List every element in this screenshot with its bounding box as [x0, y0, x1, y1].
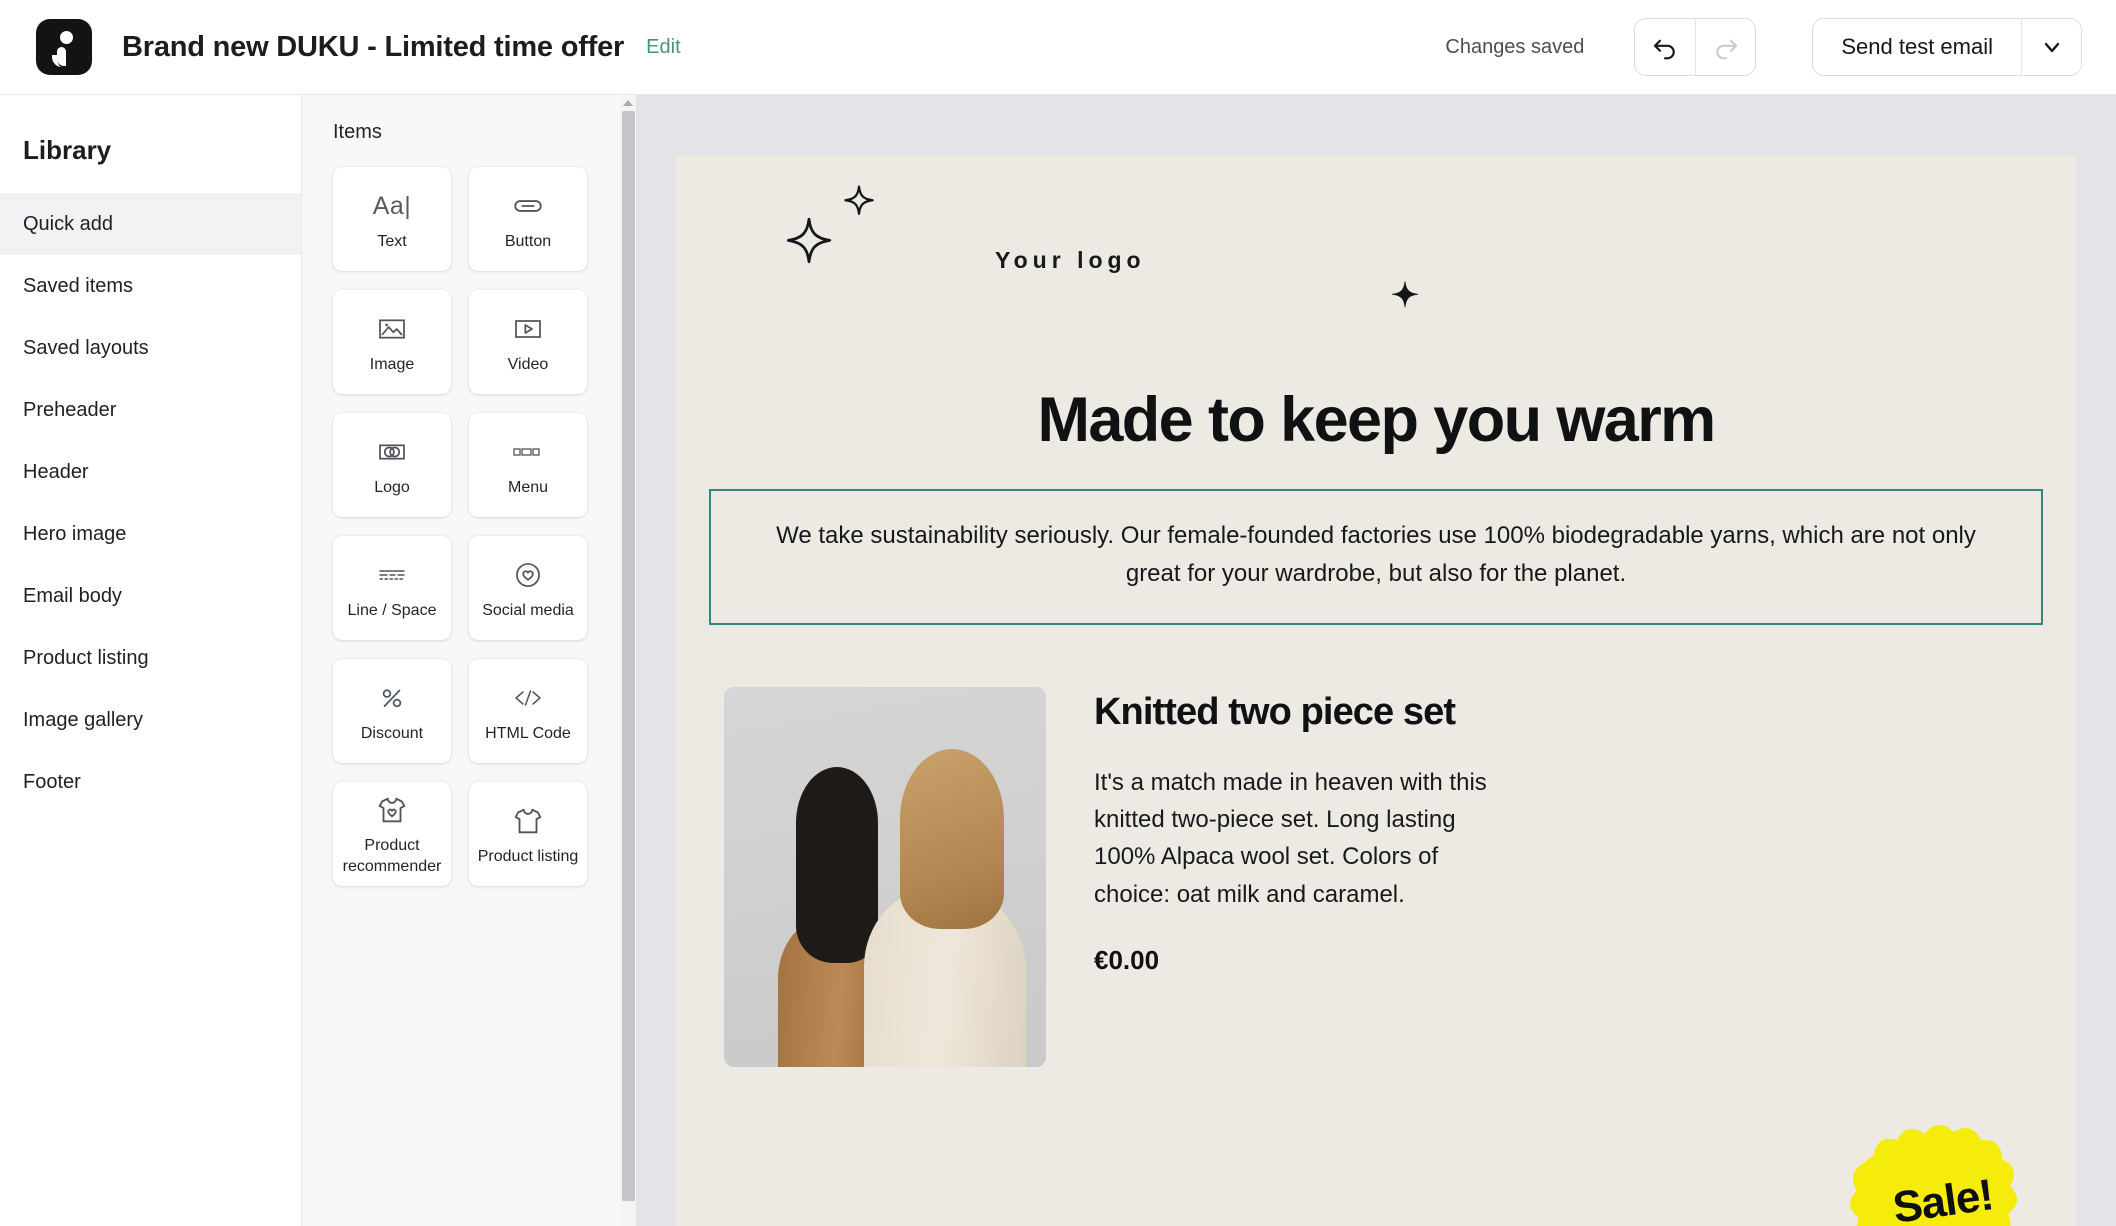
tshirt-heart-icon — [375, 790, 409, 830]
item-tile-label: Text — [377, 233, 407, 250]
product-description: It's a match made in heaven with this kn… — [1094, 768, 1487, 908]
product-title: Knitted two piece set — [1094, 690, 1456, 733]
items-panel: Items Aa| Text Button Image Video Logo Menu Lin… — [302, 95, 634, 1226]
send-test-email-group: Send test email — [1812, 18, 2082, 76]
redo-button[interactable] — [1695, 19, 1756, 75]
email-canvas[interactable]: Your logo Made to keep you warm We take … — [636, 95, 2116, 1226]
percent-icon — [377, 678, 407, 718]
undo-button[interactable] — [1635, 19, 1696, 75]
sidebar-item-label: Email body — [23, 584, 122, 607]
item-tile-label: Button — [504, 233, 552, 250]
undo-icon — [1654, 39, 1676, 60]
history-button-group — [1634, 18, 1757, 76]
sidebar-item-label: Saved layouts — [23, 336, 149, 359]
item-tile-label: HTML Code — [485, 725, 571, 742]
item-tile-label: Product listing — [477, 847, 579, 865]
sparkle-decoration-icon — [786, 218, 832, 264]
sidebar-item-label: Image gallery — [23, 708, 144, 731]
sidebar-item-header[interactable]: Header — [0, 441, 301, 503]
tshirt-icon — [511, 801, 545, 841]
scroll-up-arrow-icon[interactable] — [620, 95, 636, 111]
item-tile-social-media[interactable]: Social media — [469, 536, 587, 640]
items-tile-grid: Aa| Text Button Image Video Logo Menu Line / Sp… — [333, 167, 634, 886]
selected-block-paragraph: We take sustainability seriously. Our fe… — [776, 522, 1976, 588]
sidebar-item-label: Product listing — [23, 646, 149, 669]
code-brackets-icon — [511, 678, 545, 718]
sidebar-item-footer[interactable]: Footer — [0, 751, 301, 813]
library-sidebar: Library Quick add Saved items Saved layout… — [0, 95, 302, 1226]
line-space-icon — [375, 555, 409, 595]
redo-icon — [1716, 39, 1737, 60]
item-tile-line-space[interactable]: Line / Space — [333, 536, 451, 640]
brand-logo-icon[interactable] — [36, 19, 92, 75]
sidebar-item-quick-add[interactable]: Quick add — [0, 193, 301, 255]
model-figure-right — [864, 748, 1026, 1067]
sidebar-item-email-body[interactable]: Email body — [0, 565, 301, 627]
email-headline[interactable]: Made to keep you warm — [736, 345, 2016, 453]
sparkle-decoration-right-icon — [1390, 280, 1420, 310]
text-aa-icon: Aa| — [372, 191, 412, 220]
sidebar-item-saved-layouts[interactable]: Saved layouts — [0, 317, 301, 379]
item-tile-label: Logo — [374, 479, 410, 496]
item-tile-label: Line / Space — [347, 602, 437, 619]
sale-sticker: Sale! — [1838, 1115, 2048, 1226]
item-tile-label: Image — [369, 356, 415, 373]
sidebar-item-label: Saved items — [23, 274, 134, 297]
sidebar-heading: Library — [23, 135, 112, 165]
item-tile-label: Video — [507, 356, 549, 373]
chevron-down-icon — [2044, 42, 2059, 53]
item-tile-label: Social media — [482, 602, 574, 619]
sidebar-item-preheader[interactable]: Preheader — [0, 379, 301, 441]
sidebar-item-label: Footer — [23, 770, 81, 793]
email-logo-text[interactable]: Your logo — [995, 247, 1146, 274]
sidebar-item-label: Header — [23, 460, 89, 483]
item-tile-product-listing[interactable]: Product listing — [469, 782, 587, 886]
item-tile-discount[interactable]: Discount — [333, 659, 451, 763]
item-tile-label: Discount — [360, 725, 424, 742]
video-play-icon — [512, 309, 544, 349]
product-details: Knitted two piece set It's a match made … — [1094, 687, 1514, 1067]
selected-text-block[interactable]: We take sustainability seriously. Our fe… — [709, 489, 2043, 625]
product-image[interactable] — [724, 686, 1046, 1067]
item-tile-video[interactable]: Video — [469, 290, 587, 394]
item-tile-html-code[interactable]: HTML Code — [469, 659, 587, 763]
item-tile-menu[interactable]: Menu — [469, 413, 587, 517]
button-pill-icon — [511, 186, 545, 226]
sidebar-item-label: Quick add — [23, 212, 114, 235]
sidebar-item-label: Hero image — [23, 522, 127, 545]
scrollbar-thumb[interactable] — [622, 111, 635, 1201]
edit-title-link[interactable]: Edit — [646, 36, 680, 59]
top-bar-actions: Changes saved Send test email — [1445, 18, 2082, 76]
menu-boxes-icon — [510, 432, 546, 472]
item-tile-product-recommender[interactable]: Product recommender — [333, 782, 451, 886]
item-tile-button[interactable]: Button — [469, 167, 587, 271]
items-panel-scrollbar[interactable] — [620, 95, 636, 1226]
sidebar-item-label: Preheader — [23, 398, 117, 421]
logo-circles-icon — [376, 432, 408, 472]
sidebar-item-saved-items[interactable]: Saved items — [0, 255, 301, 317]
page-title: Brand new DUKU - Limited time offer — [122, 30, 625, 63]
sparkle-decoration-small-icon — [843, 185, 875, 217]
item-tile-label: Menu — [507, 479, 549, 496]
sidebar-item-product-listing[interactable]: Product listing — [0, 627, 301, 689]
image-picture-icon — [376, 309, 408, 349]
social-heart-icon — [512, 555, 544, 595]
product-price: €0.00 — [1094, 944, 1160, 975]
send-test-email-button[interactable]: Send test email — [1813, 19, 2021, 75]
email-header-row[interactable]: Your logo — [676, 155, 2076, 345]
item-tile-logo[interactable]: Logo — [333, 413, 451, 517]
item-tile-label: Product recommender — [342, 837, 442, 875]
item-tile-image[interactable]: Image — [333, 290, 451, 394]
sidebar-nav: Quick add Saved items Saved layouts Prehead… — [0, 193, 301, 813]
save-status: Changes saved — [1445, 35, 1585, 58]
items-heading: Items — [333, 121, 382, 143]
email-preview: Your logo Made to keep you warm We take … — [676, 155, 2076, 1226]
item-tile-text[interactable]: Aa| Text — [333, 167, 451, 271]
sidebar-item-image-gallery[interactable]: Image gallery — [0, 689, 301, 751]
product-listing-block[interactable]: Knitted two piece set It's a match made … — [724, 686, 2076, 1067]
sidebar-item-hero-image[interactable]: Hero image — [0, 503, 301, 565]
top-bar: Brand new DUKU - Limited time offer Edit… — [0, 0, 2116, 95]
send-options-button[interactable] — [2021, 19, 2081, 75]
